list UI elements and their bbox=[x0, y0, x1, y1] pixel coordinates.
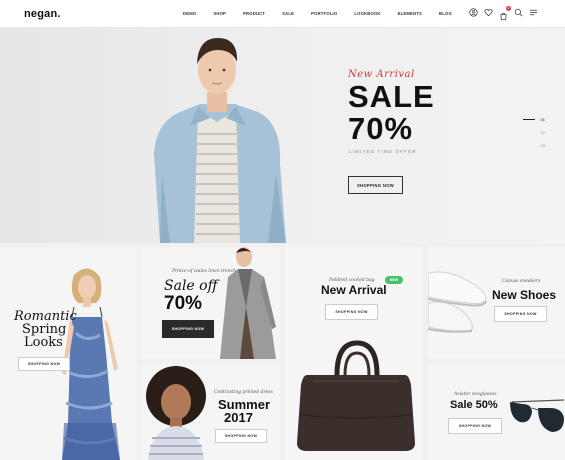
nav-item-demo[interactable]: DEMO bbox=[183, 11, 196, 16]
page: negan. DEMO SHOP PRODUCT SALE PORTFOLIO … bbox=[0, 0, 565, 460]
slide-indicator-2[interactable]: 02 bbox=[525, 130, 545, 135]
promo-tile-aviator[interactable]: Aviator sunglasses Sale 50% SHOPPING NOW bbox=[428, 364, 565, 460]
promo-tile-summer[interactable]: Contrasting printed dress Summer 2017 SH… bbox=[142, 364, 280, 460]
nav-item-product[interactable]: PRODUCT bbox=[243, 11, 265, 16]
tile-romantic-title-3: Looks bbox=[24, 335, 63, 350]
tile-newshoes-image bbox=[428, 271, 487, 333]
tile-aviator-title: Sale 50% bbox=[450, 399, 498, 411]
promo-tile-romantic[interactable]: Romantic Spring Looks SHOPPING NOW bbox=[0, 247, 137, 460]
slide-indicator-3[interactable]: 03 bbox=[525, 143, 545, 148]
tile-saleoff-title-1: Sale off bbox=[164, 278, 218, 294]
tile-summer-image bbox=[146, 366, 206, 460]
header-icons: 0 bbox=[469, 6, 538, 21]
nav-item-sale[interactable]: SALE bbox=[282, 11, 294, 16]
promo-tile-saleoff[interactable]: Prince of wales linen trench Sale off 70… bbox=[142, 247, 280, 359]
tile-newshoes-title: New Shoes bbox=[492, 288, 557, 302]
hero-title: SALE bbox=[348, 79, 435, 114]
user-icon[interactable] bbox=[469, 8, 478, 17]
logo[interactable]: negan. bbox=[24, 8, 61, 20]
nav-item-portfolio[interactable]: PORTFOLIO bbox=[311, 11, 337, 16]
new-badge: NEW bbox=[385, 276, 403, 284]
tile-newshoes-script: Canvas sneakers bbox=[502, 279, 541, 284]
search-icon[interactable] bbox=[514, 8, 523, 17]
main-nav: DEMO SHOP PRODUCT SALE PORTFOLIO LOOKBOO… bbox=[183, 11, 469, 16]
tile-newarrival-image bbox=[297, 340, 415, 451]
tile-romantic-button[interactable]: SHOPPING NOW bbox=[18, 357, 70, 371]
nav-item-lookbook[interactable]: LOOKBOOK bbox=[354, 11, 380, 16]
cart-count-badge: 0 bbox=[506, 6, 511, 11]
site-header: negan. DEMO SHOP PRODUCT SALE PORTFOLIO … bbox=[0, 0, 565, 28]
tile-newshoes-button[interactable]: SHOPPING NOW bbox=[494, 306, 547, 322]
tile-summer-script: Contrasting printed dress bbox=[214, 390, 273, 395]
heart-icon[interactable] bbox=[484, 8, 493, 17]
hero-shop-button[interactable]: SHOPPING NOW bbox=[348, 176, 403, 194]
tile-saleoff-button[interactable]: SHOPPING NOW bbox=[162, 320, 214, 338]
promo-tile-newarrival[interactable]: Pebbled cocked bag NEW New Arrival SHOPP… bbox=[285, 247, 423, 460]
tile-saleoff-image bbox=[220, 247, 276, 359]
hero-banner: New Arrival SALE 70% LIMITED TIME OFFER … bbox=[0, 28, 565, 243]
tile-newarrival-button[interactable]: SHOPPING NOW bbox=[325, 304, 378, 320]
tile-aviator-image bbox=[510, 399, 565, 432]
nav-item-shop[interactable]: SHOP bbox=[213, 11, 226, 16]
slide-indicator-1[interactable]: 01 bbox=[523, 117, 545, 122]
tile-newarrival-title: New Arrival bbox=[321, 283, 387, 297]
nav-item-elements[interactable]: ELEMENTS bbox=[398, 11, 422, 16]
hero-model-image bbox=[154, 38, 286, 243]
tile-summer-title-2: 2017 bbox=[224, 410, 253, 425]
tile-aviator-button[interactable]: SHOPPING NOW bbox=[448, 418, 502, 434]
tile-saleoff-title-2: 70% bbox=[164, 293, 203, 314]
tile-aviator-script: Aviator sunglasses bbox=[454, 392, 497, 397]
hero-subtitle: LIMITED TIME OFFER bbox=[349, 149, 417, 154]
cart-icon[interactable]: 0 bbox=[499, 6, 511, 21]
tile-saleoff-script: Prince of wales linen trench bbox=[172, 269, 237, 274]
promo-tile-newshoes[interactable]: Canvas sneakers New Shoes SHOPPING NOW bbox=[428, 247, 565, 359]
tile-summer-button[interactable]: SHOPPING NOW bbox=[215, 429, 267, 443]
menu-icon[interactable] bbox=[529, 8, 538, 17]
nav-item-blog[interactable]: BLOG bbox=[439, 11, 452, 16]
hero-percent: 70% bbox=[348, 111, 414, 146]
